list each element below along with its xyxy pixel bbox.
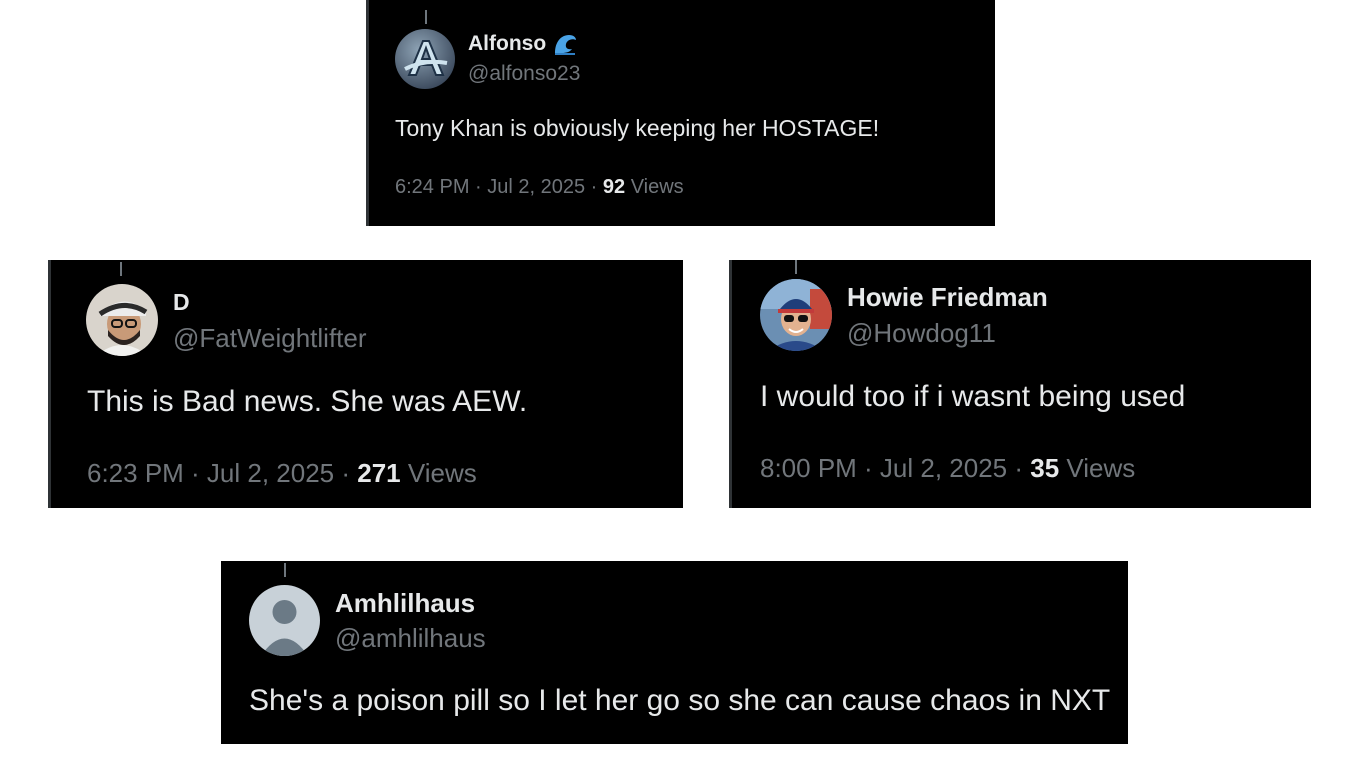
timestamp[interactable]: 6:23 PM · Jul 2, 2025 · [87,458,357,488]
tweet-text: Tony Khan is obviously keeping her HOSTA… [395,115,880,141]
tweet-card-alfonso[interactable]: Alfonso @alfonso23 Tony Khan is obviousl… [366,0,995,226]
tweet-text: This is Bad news. She was AEW. [87,385,528,418]
card-border [48,260,51,508]
tweet-card-amhlilhaus[interactable]: Amhlilhaus @amhlilhaus She's a poison pi… [221,561,1128,744]
display-name[interactable]: Howie Friedman [847,282,1048,313]
display-name[interactable]: Alfonso [468,32,578,56]
display-name[interactable]: Amhlilhaus [335,588,475,619]
thread-connector [425,10,427,24]
thread-connector [795,260,797,274]
handle[interactable]: @FatWeightlifter [173,323,367,354]
card-border [729,260,732,508]
timestamp[interactable]: 8:00 PM · Jul 2, 2025 · [760,453,1030,483]
handle[interactable]: @Howdog11 [847,318,996,349]
avatar[interactable] [86,284,158,356]
tweet-card-howie[interactable]: Howie Friedman @Howdog11 I would too if … [729,260,1311,508]
thread-connector [284,563,286,577]
default-avatar-icon[interactable] [249,585,320,656]
thread-connector [120,262,122,276]
views-label: Views [625,176,684,198]
wave-emoji-icon [552,32,578,56]
tweet-text: I would too if i wasnt being used [760,380,1186,413]
views-label: Views [1059,453,1136,483]
handle[interactable]: @amhlilhaus [335,623,486,654]
views-count: 92 [602,176,626,198]
display-name[interactable]: D [173,289,190,316]
tweet-meta: 6:23 PM · Jul 2, 2025 · 271 Views [87,458,477,489]
handle[interactable]: @alfonso23 [468,62,580,86]
display-name-text: Alfonso [468,32,547,55]
tweet-meta: 6:24 PM · Jul 2, 2025 · 92 Views [395,176,684,199]
views-count: 271 [357,458,401,488]
views-count: 35 [1030,453,1060,483]
tweet-text: She's a poison pill so I let her go so s… [249,684,1111,717]
tweet-meta: 8:00 PM · Jul 2, 2025 · 35 Views [760,453,1135,484]
card-border [366,0,369,226]
timestamp[interactable]: 6:24 PM · Jul 2, 2025 · [395,176,603,198]
avatar[interactable] [760,279,832,351]
views-label: Views [400,458,477,488]
avatar[interactable] [395,29,455,89]
tweet-card-d[interactable]: D @FatWeightlifter This is Bad news. She… [48,260,683,508]
